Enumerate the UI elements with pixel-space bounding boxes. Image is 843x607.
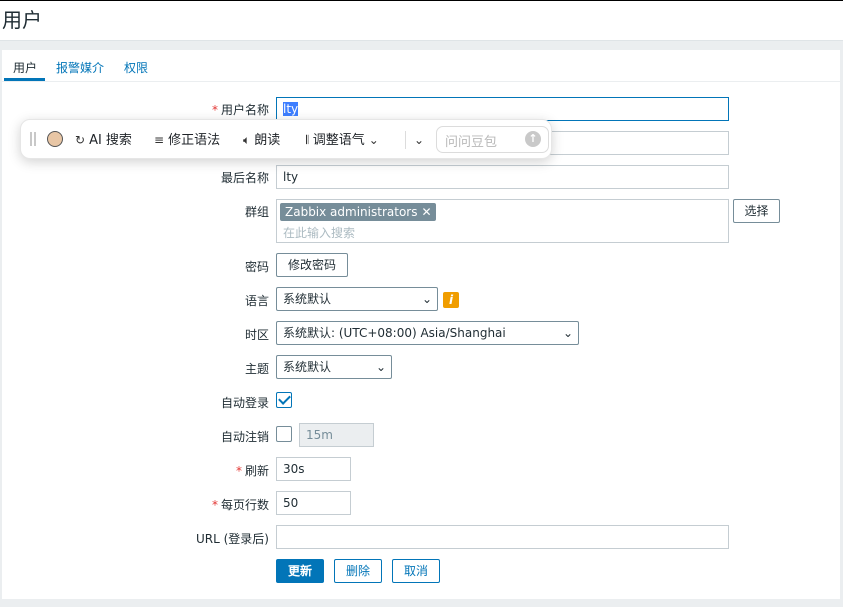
active-tab-indicator	[4, 78, 45, 81]
autologout-label: 自动注销	[220, 430, 269, 444]
rows-per-page-label: * 每页行数	[211, 498, 269, 512]
toolbar-divider	[405, 131, 406, 149]
floating-ai-toolbar: ↻ AI 搜索 ≡ 修正语法 🔈︎ 朗读 𝄃 调整语气 ⌄ ⌄ 问问豆包 ↑	[20, 119, 552, 159]
chevron-down-icon: ⌄	[368, 133, 379, 147]
send-arrow-icon[interactable]: ↑	[525, 131, 541, 147]
autologin-checkbox[interactable]	[276, 392, 292, 408]
theme-select[interactable]: 系统默认 ⌄	[276, 355, 392, 379]
speaker-icon: 🔈︎	[243, 133, 251, 147]
groups-multiselect[interactable]: Zabbix administrators ✕ 在此输入搜索	[276, 199, 729, 243]
autologout-input: 15m	[299, 423, 374, 447]
lastname-label: 最后名称	[220, 171, 269, 185]
group-chip: Zabbix administrators ✕	[280, 203, 436, 221]
chevron-down-icon: ⌄	[375, 360, 386, 374]
drag-handle-icon[interactable]	[30, 132, 36, 146]
avatar[interactable]	[47, 131, 63, 147]
delete-button[interactable]: 删除	[334, 559, 382, 583]
change-password-button[interactable]: 修改密码	[276, 253, 348, 277]
password-label: 密码	[244, 260, 269, 274]
chevron-down-icon: ⌄	[414, 133, 425, 147]
tab-media[interactable]: 报警媒介	[56, 59, 104, 76]
adjust-tone-button[interactable]: 𝄃 调整语气 ⌄	[306, 130, 383, 150]
lastname-input[interactable]: lty	[276, 165, 729, 189]
page-header: 用户	[0, 0, 843, 41]
update-button[interactable]: 更新	[276, 559, 324, 583]
username-input[interactable]: lty	[276, 97, 729, 121]
ask-doubao-input[interactable]: 问问豆包 ↑	[436, 126, 549, 153]
groups-label: 群组	[244, 205, 269, 219]
refresh-label: * 刷新	[235, 464, 269, 478]
close-icon[interactable]: ✕	[421, 205, 431, 219]
rows-per-page-input[interactable]: 50	[276, 491, 351, 515]
timezone-select[interactable]: 系统默认: (UTC+08:00) Asia/Shanghai ⌄	[276, 321, 579, 345]
read-aloud-button[interactable]: 🔈︎ 朗读	[243, 130, 280, 150]
ai-search-button[interactable]: ↻ AI 搜索	[75, 130, 132, 150]
chevron-down-icon: ⌄	[421, 292, 432, 306]
username-label: * 用户名称	[211, 103, 269, 117]
tab-user[interactable]: 用户	[13, 59, 37, 76]
refresh-input[interactable]: 30s	[276, 457, 351, 481]
waveform-icon: 𝄃	[306, 133, 309, 147]
timezone-label: 时区	[244, 328, 269, 342]
url-label: URL (登录后)	[196, 532, 269, 546]
refresh-sparkle-icon: ↻	[75, 133, 86, 147]
page-title: 用户	[2, 8, 42, 32]
autologin-label: 自动登录	[220, 396, 269, 410]
theme-label: 主题	[244, 362, 269, 376]
ask-placeholder: 问问豆包	[445, 135, 498, 150]
groups-select-button[interactable]: 选择	[733, 199, 780, 223]
fix-grammar-button[interactable]: ≡ 修正语法	[154, 130, 220, 150]
groups-search-input[interactable]: 在此输入搜索	[283, 224, 355, 241]
language-select[interactable]: 系统默认 ⌄	[276, 287, 438, 311]
url-input[interactable]	[276, 525, 729, 549]
tab-bar: 用户 报警媒介 权限	[2, 50, 840, 82]
text-format-icon: ≡	[154, 133, 165, 147]
info-icon[interactable]: i	[443, 292, 459, 308]
chevron-down-icon: ⌄	[562, 326, 573, 340]
language-label: 语言	[244, 294, 269, 308]
cancel-button[interactable]: 取消	[392, 559, 440, 583]
autologout-checkbox[interactable]	[276, 426, 292, 442]
expand-button[interactable]: ⌄	[414, 130, 428, 150]
tab-permissions[interactable]: 权限	[124, 59, 148, 76]
